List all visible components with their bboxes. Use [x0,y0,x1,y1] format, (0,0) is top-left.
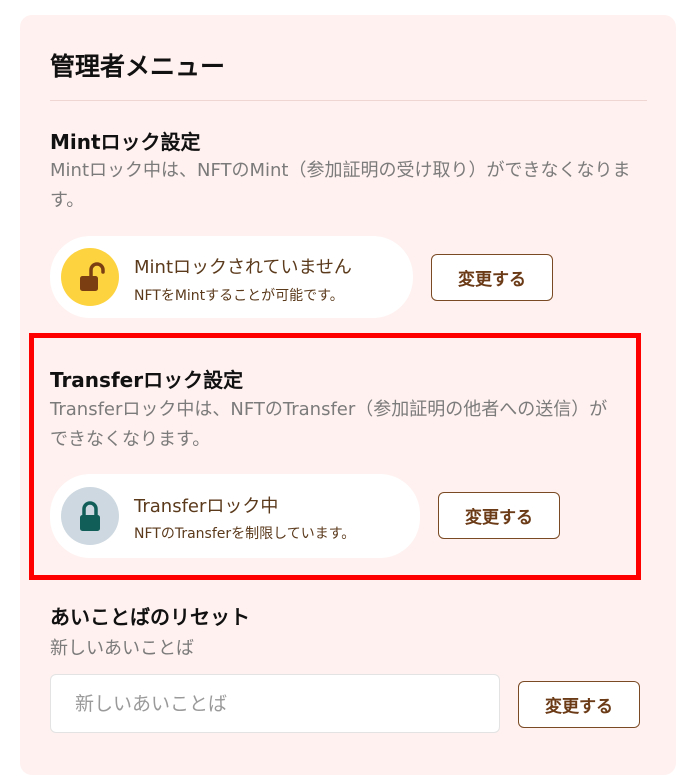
transfer-lock-highlight [29,333,641,580]
mint-lock-status-icon-bg [61,248,119,306]
mint-lock-status-subtext: NFTをMintすることが可能です。 [134,288,344,304]
mint-lock-status: Mintロックされていません NFTをMintすることが可能です。 [50,236,413,318]
mint-lock-description: Mintロック中は、NFTのMint（参加証明の受け取り）ができなくなります。 [50,160,631,211]
mint-lock-change-button[interactable]: 変更する [431,254,553,301]
passphrase-field-label: 新しいあいことば [50,638,194,659]
page-title: 管理者メニュー [50,52,226,81]
title-divider [50,100,647,101]
passphrase-change-button[interactable]: 変更する [518,681,640,728]
passphrase-reset-heading: あいことばのリセット [50,605,250,629]
mint-lock-status-text: Mintロックされていません [134,257,352,278]
unlock-icon [80,262,105,291]
new-passphrase-input[interactable] [50,674,500,733]
mint-lock-heading: Mintロック設定 [50,130,201,154]
